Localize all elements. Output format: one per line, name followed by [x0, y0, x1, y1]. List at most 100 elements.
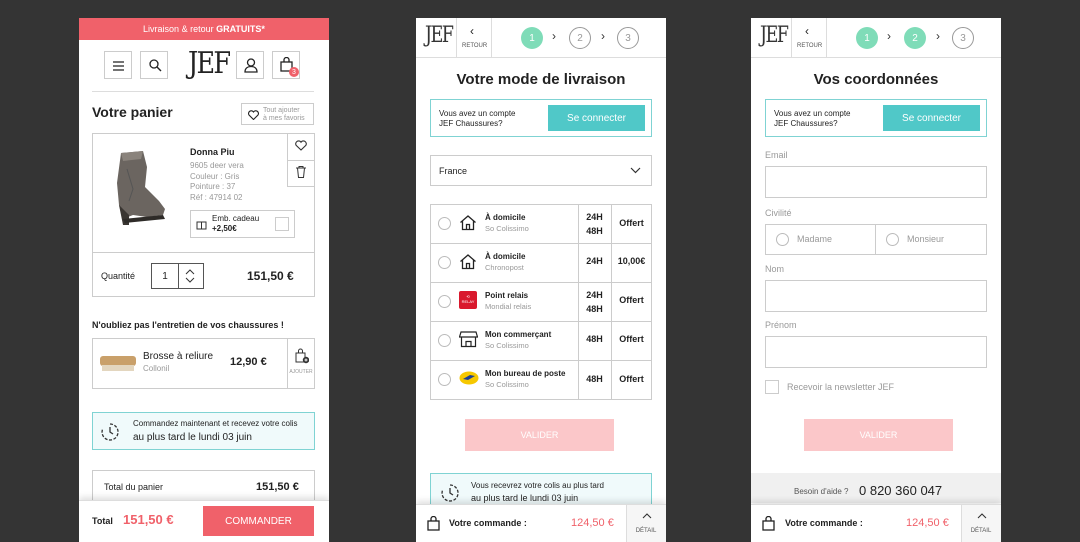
- accessory-name[interactable]: Brosse à reliure: [143, 351, 213, 362]
- add-to-bag-icon: [295, 348, 309, 364]
- gift-price: +2,50€: [212, 224, 237, 233]
- option-delay: 48H: [586, 374, 603, 384]
- jef-logo[interactable]: JEF: [425, 23, 454, 53]
- civility-label: Civilité: [765, 208, 792, 218]
- option-name: Mon bureau de poste: [485, 369, 566, 378]
- option-radio[interactable]: [438, 217, 451, 230]
- option-name: À domicile: [485, 252, 526, 261]
- firstname-field[interactable]: [765, 336, 987, 368]
- monsieur-radio[interactable]: [886, 233, 899, 246]
- delivery-info-box: Commandez maintenant et recevez votre co…: [92, 412, 315, 450]
- order-value: 124,50 €: [571, 517, 614, 529]
- option-radio[interactable]: [438, 256, 451, 269]
- detail-button[interactable]: DÉTAIL: [626, 505, 666, 542]
- option-radio[interactable]: [438, 373, 451, 386]
- delivery-info-line2: au plus tard le lundi 03 juin: [133, 432, 252, 443]
- delivery-option-shop[interactable]: Mon commerçant So Colissimo 48H Offert: [430, 321, 652, 360]
- option-name: Point relais: [485, 291, 529, 300]
- gift-label-text: Emb. cadeau: [212, 214, 260, 223]
- newsletter-checkbox[interactable]: [765, 380, 779, 394]
- laposte-icon: [459, 371, 479, 385]
- validate-button[interactable]: VALIDER: [465, 419, 614, 451]
- jef-logo[interactable]: JEF: [760, 23, 789, 53]
- login-question-line2: JEF Chaussures?: [774, 119, 838, 128]
- total-value: 151,50 €: [123, 512, 174, 527]
- add-accessory-button[interactable]: AJOUTER: [287, 344, 315, 384]
- delivery-info-line1: Commandez maintenant et recevez votre co…: [133, 419, 298, 428]
- cart-screen: Livraison & retour GRATUITS* JEF 3 Votre…: [79, 18, 329, 542]
- delivery-option-home-chronopost[interactable]: À domicile Chronopost 24H 10,00€: [430, 243, 652, 282]
- cart-badge: 3: [289, 67, 299, 77]
- page-title: Votre mode de livraison: [456, 71, 626, 88]
- jef-logo[interactable]: JEF: [188, 46, 231, 82]
- civility-monsieur[interactable]: Monsieur: [875, 224, 987, 255]
- product-name[interactable]: Donna Piu: [190, 147, 235, 157]
- help-phone[interactable]: 0 820 360 047: [859, 483, 942, 498]
- clock-icon: [441, 484, 459, 502]
- login-question: Vous avez un compte JEF Chaussures?: [774, 109, 851, 129]
- bag-icon: [427, 516, 440, 531]
- order-value: 124,50 €: [906, 517, 949, 529]
- option-carrier: So Colissimo: [485, 224, 529, 233]
- user-icon: [244, 58, 258, 73]
- step-3: 3: [952, 27, 974, 49]
- menu-button[interactable]: [104, 51, 132, 79]
- divider: [92, 91, 314, 92]
- account-button[interactable]: [236, 51, 264, 79]
- detail-button[interactable]: DÉTAIL: [961, 505, 1001, 542]
- email-label: Email: [765, 150, 788, 160]
- quantity-value[interactable]: 1: [152, 264, 178, 288]
- madame-radio[interactable]: [776, 233, 789, 246]
- chevron-up-icon: [977, 513, 987, 519]
- promo-text: Livraison & retour: [143, 24, 217, 34]
- option-price: Offert: [619, 334, 644, 344]
- email-field[interactable]: [765, 166, 987, 198]
- back-button[interactable]: ‹ RETOUR: [791, 18, 827, 58]
- delivery-option-relay[interactable]: ⟲ RELAY Point relais Mondial relais 24H 48…: [430, 282, 652, 321]
- product-ref: Réf : 47914 02: [190, 192, 243, 202]
- add-all-favorites-button[interactable]: Tout ajouter à mes favoris: [241, 103, 314, 125]
- delivery-option-home-colissimo[interactable]: À domicile So Colissimo 24H 48H Offert: [430, 204, 652, 243]
- civility-madame[interactable]: Madame: [765, 224, 876, 255]
- page-title: Votre panier: [92, 104, 173, 120]
- quantity-label: Quantité: [101, 271, 136, 281]
- total-label: Total: [92, 516, 113, 526]
- divider: [287, 160, 315, 161]
- validate-button[interactable]: VALIDER: [804, 419, 953, 451]
- chevron-down-icon: [630, 167, 641, 174]
- gift-wrap-option[interactable]: Emb. cadeau +2,50€: [190, 210, 295, 238]
- connect-button[interactable]: Se connecter: [883, 105, 980, 131]
- back-chevron-icon: ‹: [470, 24, 474, 38]
- option-radio[interactable]: [438, 334, 451, 347]
- cart-button[interactable]: 3: [272, 51, 300, 79]
- option-price: Offert: [619, 374, 644, 384]
- delivery-info-line1: Vous recevrez votre colis au plus tard: [471, 481, 604, 490]
- option-price: 10,00€: [617, 256, 646, 266]
- gift-checkbox[interactable]: [275, 217, 289, 231]
- connect-button[interactable]: Se connecter: [548, 105, 645, 131]
- quantity-stepper[interactable]: 1: [151, 263, 204, 289]
- country-select[interactable]: France: [430, 155, 652, 186]
- trash-icon[interactable]: [296, 166, 306, 178]
- login-question-line1: Vous avez un compte: [439, 109, 516, 118]
- back-button[interactable]: ‹ RETOUR: [456, 18, 492, 58]
- name-field[interactable]: [765, 280, 987, 312]
- option-delay-1: 24H: [586, 212, 603, 222]
- login-question-line2: JEF Chaussures?: [439, 119, 503, 128]
- promo-bold: GRATUITS*: [216, 24, 265, 34]
- option-radio[interactable]: [438, 295, 451, 308]
- option-delay-1: 24H: [586, 290, 603, 300]
- delivery-option-post-office[interactable]: Mon bureau de poste So Colissimo 48H Off…: [430, 360, 652, 400]
- page-title: Vos coordonnées: [813, 71, 939, 88]
- option-delay-2: 48H: [586, 304, 603, 314]
- step-2: 2: [904, 27, 926, 49]
- search-button[interactable]: [140, 51, 168, 79]
- option-name: Mon commerçant: [485, 330, 552, 339]
- order-button[interactable]: COMMANDER: [203, 506, 314, 536]
- stepper-arrows-icon[interactable]: [185, 269, 195, 283]
- favorite-icon[interactable]: [295, 140, 307, 151]
- step-3: 3: [617, 27, 639, 49]
- chevron-up-icon: [642, 513, 652, 519]
- option-delay: 48H: [586, 334, 603, 344]
- gift-icon: [196, 221, 207, 230]
